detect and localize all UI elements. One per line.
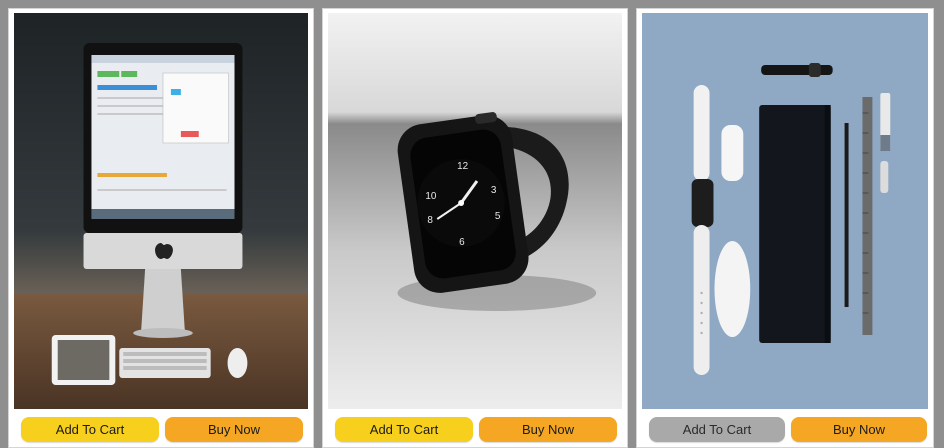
product-grid: Add To Cart Buy Now 12 3 5 6 8 10 Add To…: [0, 0, 944, 448]
accessories-flatlay-illustration: [642, 13, 928, 409]
svg-text:3: 3: [491, 185, 497, 196]
buy-now-button[interactable]: Buy Now: [479, 417, 617, 442]
product-card-imac: Add To Cart Buy Now: [8, 8, 314, 448]
product-actions: Add To Cart Buy Now: [9, 409, 313, 442]
add-to-cart-button[interactable]: Add To Cart: [21, 417, 159, 442]
svg-text:12: 12: [457, 161, 468, 172]
smartwatch-illustration: 12 3 5 6 8 10: [328, 13, 622, 409]
buy-now-button[interactable]: Buy Now: [791, 417, 927, 442]
svg-text:6: 6: [459, 237, 465, 248]
smartwatch-image[interactable]: 12 3 5 6 8 10: [328, 13, 622, 409]
product-actions: Add To Cart Buy Now: [323, 409, 627, 442]
svg-text:10: 10: [425, 191, 436, 202]
svg-text:5: 5: [495, 211, 501, 222]
product-actions: Add To Cart Buy Now: [637, 409, 933, 442]
buy-now-button[interactable]: Buy Now: [165, 417, 303, 442]
imac-desk-image[interactable]: [14, 13, 308, 409]
add-to-cart-button[interactable]: Add To Cart: [335, 417, 473, 442]
add-to-cart-button[interactable]: Add To Cart: [649, 417, 785, 442]
accessories-flatlay-image[interactable]: [642, 13, 928, 409]
imac-desk-illustration: [14, 13, 308, 409]
product-card-accessories: Add To Cart Buy Now: [636, 8, 934, 448]
product-card-watch: 12 3 5 6 8 10 Add To Cart Buy Now: [322, 8, 628, 448]
svg-text:8: 8: [427, 215, 433, 226]
